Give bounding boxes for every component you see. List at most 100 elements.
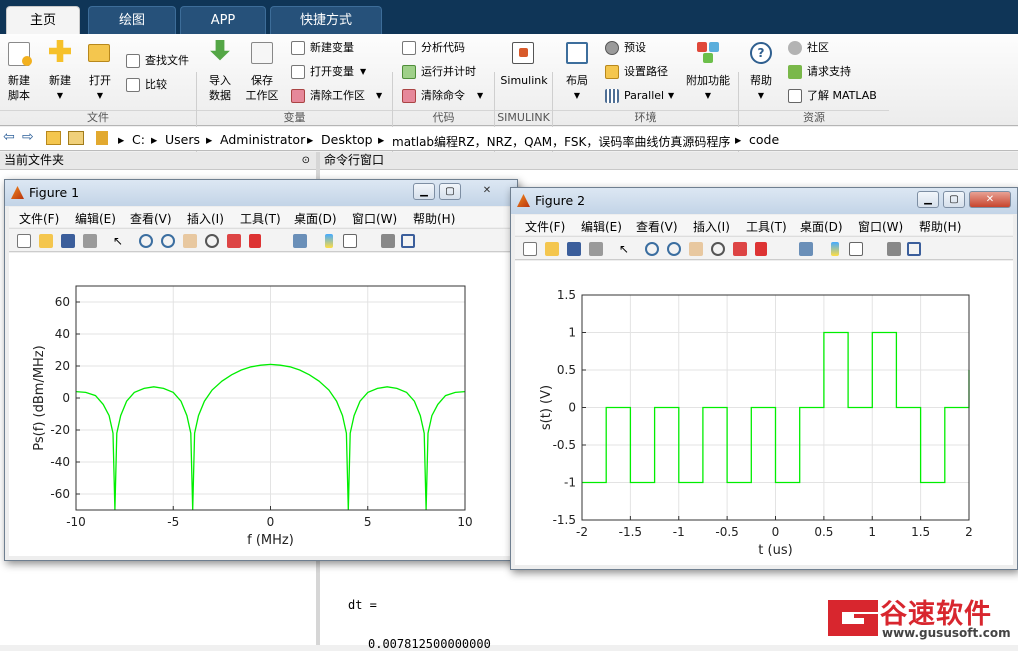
menu-edit[interactable]: 编辑(E) [75,210,116,227]
rotate-icon[interactable] [711,242,725,256]
print-icon[interactable] [83,234,97,248]
open-file-icon[interactable] [39,234,53,248]
crumb-desktop[interactable]: Desktop [321,132,373,147]
crumb-drive[interactable]: C: [132,132,145,147]
find-files-icon [126,54,140,68]
figure-1-menubar: 文件(F) 编辑(E) 查看(V) 插入(I) 工具(T) 桌面(D) 窗口(W… [9,207,513,227]
link-plot-icon[interactable] [293,234,307,248]
menu-desktop[interactable]: 桌面(D) [294,210,337,227]
crumb-code[interactable]: code [749,132,779,147]
matlab-logo-icon [517,194,530,207]
figure-2-window[interactable]: Figure 2 ▁ ▢ ✕ 文件(F) 编辑(E) 查看(V) 插入(I) 工… [510,187,1018,570]
pointer-icon[interactable]: ↖ [113,234,127,248]
menu-file[interactable]: 文件(F) [19,210,59,227]
zoom-out-icon[interactable] [161,234,175,248]
menu-view[interactable]: 查看(V) [636,218,678,235]
maximize-button[interactable]: ▢ [439,183,461,200]
figure-1-window[interactable]: Figure 1 ▁ ▢ ✕ 文件(F) 编辑(E) 查看(V) 插入(I) 工… [4,179,518,561]
colorbar-icon[interactable] [325,234,333,248]
figure-2-titlebar[interactable]: Figure 2 ▁ ▢ ✕ [511,188,1017,214]
pointer-icon[interactable]: ↖ [619,242,633,256]
save-icon[interactable] [61,234,75,248]
parallel-label: Parallel [624,89,665,102]
rotate-icon[interactable] [205,234,219,248]
new-script-label-2: 脚本 [8,89,30,102]
figure-1-toolbar: ↖ [9,228,513,252]
import-label-1: 导入 [209,74,231,87]
brush-icon[interactable] [755,242,767,256]
colorbar-icon[interactable] [831,242,839,256]
y-tick-label: 0 [568,401,576,415]
menu-tools[interactable]: 工具(T) [240,210,281,227]
panel-menu-icon[interactable]: ⊙ [302,152,310,169]
close-button[interactable]: ✕ [471,183,503,200]
new-figure-icon[interactable] [523,242,537,256]
show-plot-tools-icon[interactable] [907,242,921,256]
browse-folder-icon[interactable] [68,131,84,145]
pan-hand-icon[interactable] [183,234,197,248]
help-label: 帮助 [750,74,772,87]
show-plot-tools-icon[interactable] [401,234,415,248]
crumb-separator: ▸ [735,132,742,147]
menu-edit[interactable]: 编辑(E) [581,218,622,235]
tab-plots[interactable]: 绘图 [88,6,176,34]
current-folder-header: 当前文件夹 ⊙ [0,152,316,170]
close-button[interactable]: ✕ [969,191,1011,208]
menu-tools[interactable]: 工具(T) [746,218,787,235]
crumb-project-folder[interactable]: matlab编程RZ，NRZ，QAM，FSK，误码率曲线仿真源码程序 [392,133,730,150]
figure-1-canvas: -10 -5 0 5 10 60 40 20 0 -20 -40 -60 f (MHz) Ps(f) (d… [9,253,513,556]
minimize-button[interactable]: ▁ [917,191,939,208]
up-folder-icon[interactable] [46,131,61,145]
hide-plot-tools-icon[interactable] [887,242,901,256]
section-file: 文件 [0,110,196,125]
menu-desktop[interactable]: 桌面(D) [800,218,843,235]
data-cursor-icon[interactable] [733,242,747,256]
compare-label: 比较 [145,78,167,91]
new-figure-icon[interactable] [17,234,31,248]
x-tick-label: 2 [965,525,973,539]
figure-1-titlebar[interactable]: Figure 1 ▁ ▢ ✕ [5,180,517,206]
zoom-out-icon[interactable] [667,242,681,256]
tab-apps[interactable]: APP [180,6,266,34]
menu-insert[interactable]: 插入(I) [187,210,224,227]
x-tick-label: 1.5 [911,525,930,539]
address-bar[interactable]: ⇦ ⇨ ▸ C: ▸ Users ▸ Administrator ▸ Deskt… [0,127,1018,151]
menu-file[interactable]: 文件(F) [525,218,565,235]
crumb-administrator[interactable]: Administrator [220,132,305,147]
menu-view[interactable]: 查看(V) [130,210,172,227]
brush-icon[interactable] [249,234,261,248]
tab-home[interactable]: 主页 [6,6,80,34]
y-tick-label: 60 [55,295,70,309]
legend-icon[interactable] [849,242,863,256]
menu-window[interactable]: 窗口(W) [858,218,903,235]
data-cursor-icon[interactable] [227,234,241,248]
community-icon [788,41,802,55]
forward-arrow-icon[interactable]: ⇨ [22,129,34,145]
tab-shortcuts[interactable]: 快捷方式 [270,6,382,34]
legend-icon[interactable] [343,234,357,248]
menu-help[interactable]: 帮助(H) [413,210,455,227]
crumb-users[interactable]: Users [165,132,200,147]
folder-icon [96,131,108,145]
minimize-button[interactable]: ▁ [413,183,435,200]
open-file-icon[interactable] [545,242,559,256]
link-plot-icon[interactable] [799,242,813,256]
save-icon[interactable] [567,242,581,256]
menu-window[interactable]: 窗口(W) [352,210,397,227]
run-time-label: 运行并计时 [421,65,476,78]
maximize-button[interactable]: ▢ [943,191,965,208]
folder-icon [605,65,619,79]
zoom-in-icon[interactable] [139,234,153,248]
print-icon[interactable] [589,242,603,256]
pan-hand-icon[interactable] [689,242,703,256]
back-arrow-icon[interactable]: ⇦ [3,129,15,145]
menu-help[interactable]: 帮助(H) [919,218,961,235]
hide-plot-tools-icon[interactable] [381,234,395,248]
addons-cubes-icon [697,42,707,52]
open-label: 打开 [89,74,111,87]
x-tick-label: 0 [772,525,780,539]
zoom-in-icon[interactable] [645,242,659,256]
set-path-label: 设置路径 [624,65,668,78]
plus-icon [22,56,32,66]
menu-insert[interactable]: 插入(I) [693,218,730,235]
